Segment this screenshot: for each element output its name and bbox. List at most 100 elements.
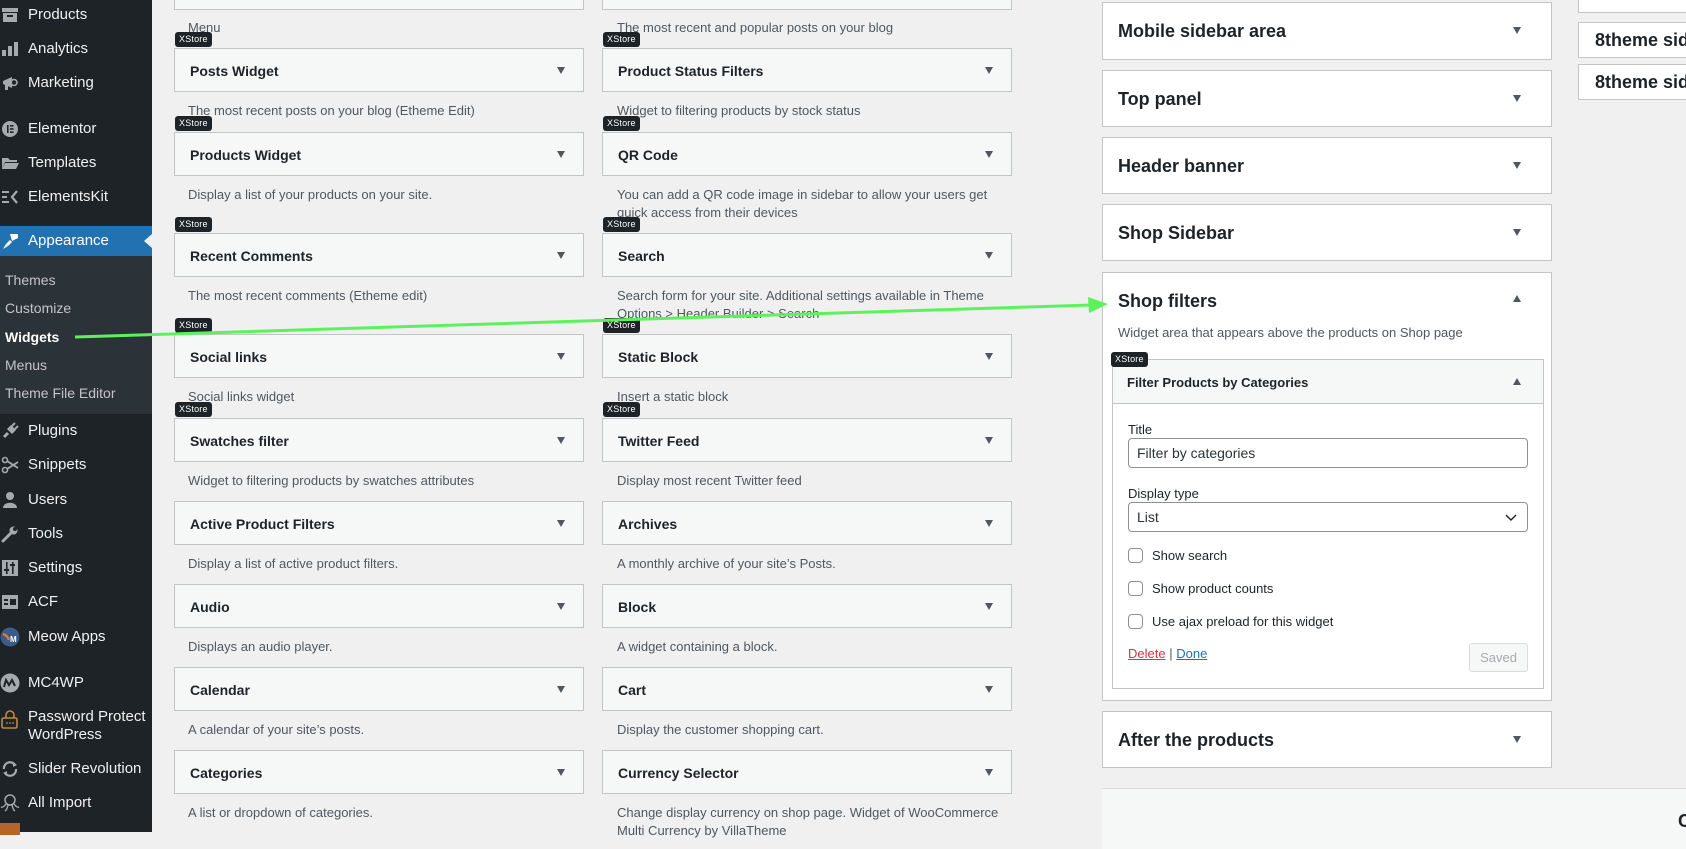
sidebar-item-snippets[interactable]: Snippets (0, 450, 152, 480)
widget-product-status-filters[interactable]: XStore Product Status Filters (602, 32, 1012, 92)
caret-down-icon[interactable] (985, 769, 993, 776)
widget-description: Insert a static block (617, 389, 729, 404)
sidebar-item-label: Templates (28, 154, 97, 171)
widget-area-header-banner[interactable]: Header banner (1102, 137, 1552, 194)
widget-audio[interactable]: Audio (174, 584, 584, 628)
caret-down-icon[interactable] (557, 603, 565, 610)
widget-title: Products Widget (190, 147, 302, 163)
submenu-item-themes[interactable]: Themes (5, 272, 56, 288)
show-search-checkbox[interactable] (1128, 548, 1143, 563)
caret-down-icon[interactable] (985, 353, 993, 360)
caret-down-icon[interactable] (1513, 229, 1521, 236)
delete-link[interactable]: Delete (1128, 646, 1166, 661)
widget-products-widget[interactable]: XStore Products Widget (174, 116, 584, 176)
sidebar-item-mc4wp[interactable]: MC4WP (0, 668, 152, 698)
caret-down-icon[interactable] (557, 252, 565, 259)
sidebar-item-label: Snippets (28, 456, 87, 473)
widget-block[interactable]: Block (602, 584, 1012, 628)
sidebar-item-elementskit[interactable]: ElementsKit (0, 182, 152, 212)
show-product-counts-checkbox[interactable] (1128, 581, 1143, 596)
widget-description: A calendar of your site’s posts. (188, 722, 365, 737)
sidebar-item-acf[interactable]: ACF (0, 587, 152, 617)
submenu-item-menus[interactable]: Menus (5, 357, 47, 373)
caret-down-icon[interactable] (1513, 162, 1521, 169)
widget-archives[interactable]: Archives (602, 501, 1012, 545)
ajax-preload-checkbox-row[interactable]: Use ajax preload for this widget (1128, 614, 1333, 629)
widget-area-mobile-sidebar[interactable]: Mobile sidebar area (1102, 2, 1552, 60)
sidebar-item-analytics[interactable]: Analytics (0, 34, 152, 64)
widget-description: Display a list of your products on your … (188, 187, 433, 202)
saved-button[interactable]: Saved (1469, 643, 1528, 672)
widget-cart[interactable]: Cart (602, 667, 1012, 711)
widget-partial-top-left[interactable] (174, 0, 584, 10)
sidebar-item-plugins[interactable]: Plugins (0, 416, 152, 446)
caret-up-icon[interactable] (1513, 378, 1521, 385)
caret-down-icon[interactable] (557, 353, 565, 360)
sidebar-item-tools[interactable]: Tools (0, 519, 152, 549)
widget-active-product-filters[interactable]: Active Product Filters (174, 501, 584, 545)
submenu-item-customize[interactable]: Customize (5, 300, 71, 316)
sidebar-item-password-protect[interactable]: Password Protect WordPress (0, 708, 152, 748)
sidebar-item-appearance[interactable]: Appearance (0, 226, 152, 256)
far-area-8theme-sidebar-1[interactable]: 8theme side (1578, 22, 1686, 58)
show-search-checkbox-row[interactable]: Show search (1128, 548, 1227, 563)
widget-area-top-panel[interactable]: Top panel (1102, 70, 1552, 127)
widget-posts-widget[interactable]: XStore Posts Widget (174, 32, 584, 92)
caret-down-icon[interactable] (557, 769, 565, 776)
plug-icon (0, 421, 20, 441)
widget-description: Displays an audio player. (188, 639, 333, 654)
caret-down-icon[interactable] (1513, 95, 1521, 102)
widget-title: Product Status Filters (618, 63, 764, 79)
caret-down-icon[interactable] (557, 686, 565, 693)
widget-search[interactable]: XStore Search (602, 217, 1012, 277)
caret-down-icon[interactable] (985, 151, 993, 158)
widget-area-after-the-products[interactable]: After the products (1102, 711, 1552, 768)
caret-up-icon[interactable] (1513, 295, 1521, 302)
sidebar-item-label: Settings (28, 559, 83, 576)
sidebar-item-products[interactable]: Products (0, 0, 152, 30)
widget-area-shop-sidebar[interactable]: Shop Sidebar (1102, 204, 1552, 261)
caret-down-icon[interactable] (1513, 736, 1521, 743)
sidebar-item-marketing[interactable]: Marketing (0, 68, 152, 98)
widget-swatches-filter[interactable]: XStore Swatches filter (174, 402, 584, 462)
caret-down-icon[interactable] (557, 151, 565, 158)
show-product-counts-checkbox-row[interactable]: Show product counts (1128, 581, 1273, 596)
widget-title: Archives (618, 516, 678, 532)
title-input[interactable]: Filter by categories (1128, 438, 1528, 468)
caret-down-icon[interactable] (985, 437, 993, 444)
widget-twitter-feed[interactable]: XStore Twitter Feed (602, 402, 1012, 462)
sidebar-item-users[interactable]: Users (0, 485, 152, 515)
widget-partial-top-right[interactable] (602, 0, 1012, 10)
widget-header[interactable]: XStore Filter Products by Categories (1111, 352, 1543, 404)
done-link[interactable]: Done (1176, 646, 1207, 661)
caret-down-icon[interactable] (985, 520, 993, 527)
far-area-8theme-sidebar-2[interactable]: 8theme side (1578, 64, 1686, 100)
far-area-partial[interactable] (1578, 0, 1686, 13)
sidebar-item-elementor[interactable]: Elementor (0, 114, 152, 144)
sidebar-item-all-import[interactable]: All Import (0, 788, 152, 818)
widget-recent-comments[interactable]: XStore Recent Comments (174, 217, 584, 277)
sidebar-item-meow-apps[interactable]: M Meow Apps (0, 622, 152, 652)
caret-down-icon[interactable] (985, 67, 993, 74)
widget-social-links[interactable]: XStore Social links (174, 318, 584, 378)
widget-calendar[interactable]: Calendar (174, 667, 584, 711)
display-type-select[interactable]: List (1128, 502, 1528, 532)
caret-down-icon[interactable] (557, 437, 565, 444)
widget-categories[interactable]: Categories (174, 750, 584, 794)
sidebar-item-settings[interactable]: Settings (0, 553, 152, 583)
caret-down-icon[interactable] (985, 252, 993, 259)
submenu-item-widgets[interactable]: Widgets (5, 329, 59, 345)
caret-down-icon[interactable] (985, 686, 993, 693)
caret-down-icon[interactable] (557, 520, 565, 527)
ajax-preload-checkbox[interactable] (1128, 614, 1143, 629)
widget-qr-code[interactable]: XStore QR Code (602, 116, 1012, 176)
sidebar-item-templates[interactable]: Templates (0, 148, 152, 178)
widget-area-title[interactable]: Shop filters (1118, 291, 1217, 312)
widget-static-block[interactable]: XStore Static Block (602, 318, 1012, 378)
caret-down-icon[interactable] (985, 603, 993, 610)
sidebar-item-slider-revolution[interactable]: Slider Revolution (0, 754, 152, 784)
caret-down-icon[interactable] (557, 67, 565, 74)
widget-currency-selector[interactable]: Currency Selector (602, 750, 1012, 794)
submenu-item-theme-file-editor[interactable]: Theme File Editor (5, 385, 115, 401)
caret-down-icon[interactable] (1513, 27, 1521, 34)
